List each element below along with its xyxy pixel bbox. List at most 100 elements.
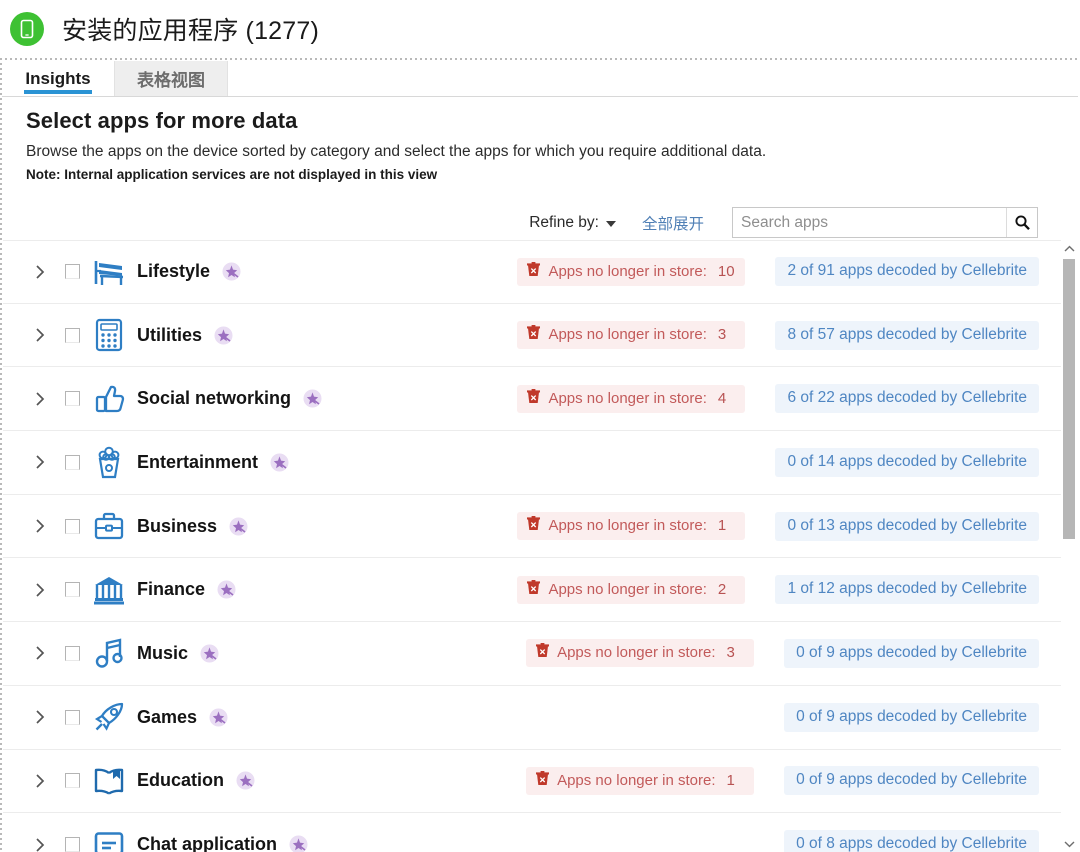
apps-no-longer-in-store-badge: Apps no longer in store: 1 xyxy=(526,766,755,795)
music-note-icon xyxy=(87,637,131,669)
chevron-up-icon[interactable] xyxy=(1061,240,1078,257)
decoded-by-cellebrite-label: 0 of 14 apps decoded by Cellebrite xyxy=(787,452,1027,470)
table-row[interactable]: Games 0 of 9 apps decoded by Cellebrite xyxy=(3,685,1061,750)
row-expand-chevron-right-icon[interactable] xyxy=(23,327,57,343)
ai-insight-icon xyxy=(214,326,233,345)
apps-no-longer-in-store-label: Apps no longer in store: xyxy=(548,517,707,535)
decoded-by-cellebrite-label: 0 of 8 apps decoded by Cellebrite xyxy=(796,835,1027,852)
refine-by-dropdown[interactable]: Refine by: xyxy=(529,214,616,232)
scrollbar-thumb[interactable] xyxy=(1063,259,1075,539)
mobile-phone-icon xyxy=(10,12,44,46)
frame-left-border xyxy=(0,58,2,852)
apps-no-longer-in-store-placeholder xyxy=(526,831,754,852)
table-row[interactable]: Entertainment 0 of 14 apps decoded by Ce… xyxy=(3,431,1061,495)
row-expand-chevron-right-icon[interactable] xyxy=(23,837,57,852)
apps-no-longer-in-store-badge: Apps no longer in store: 1 xyxy=(517,512,746,541)
ai-insight-icon xyxy=(217,580,236,599)
apps-no-longer-in-store-placeholder xyxy=(517,448,745,476)
row-checkbox[interactable] xyxy=(57,645,87,661)
row-checkbox[interactable] xyxy=(57,773,87,789)
trash-icon xyxy=(527,261,541,281)
row-checkbox[interactable] xyxy=(57,454,87,470)
apps-no-longer-in-store-count: 2 xyxy=(717,580,727,598)
category-label: Chat application xyxy=(137,834,278,852)
ai-insight-icon xyxy=(236,771,255,790)
table-row[interactable]: Lifestyle Apps no longer in store: 10 2 … xyxy=(3,240,1061,304)
decoded-by-cellebrite-badge: 0 of 13 apps decoded by Cellebrite xyxy=(775,511,1039,541)
popcorn-icon xyxy=(87,445,131,479)
row-expand-chevron-right-icon[interactable] xyxy=(23,645,57,661)
tab-table-view-label: 表格视图 xyxy=(137,71,205,90)
decoded-by-cellebrite-label: 0 of 9 apps decoded by Cellebrite xyxy=(796,771,1027,789)
row-expand-chevron-right-icon[interactable] xyxy=(23,391,57,407)
chevron-down-icon[interactable] xyxy=(1061,835,1078,852)
category-label: Finance xyxy=(137,579,206,600)
apps-no-longer-in-store-count: 1 xyxy=(717,517,727,535)
decoded-by-cellebrite-badge: 1 of 12 apps decoded by Cellebrite xyxy=(775,575,1039,605)
table-row[interactable]: Finance Apps no longer in store: 2 1 of … xyxy=(3,558,1061,623)
decoded-by-cellebrite-label: 6 of 22 apps decoded by Cellebrite xyxy=(787,389,1027,407)
category-label: Social networking xyxy=(137,388,292,409)
category-label: Utilities xyxy=(137,324,203,345)
row-expand-chevron-right-icon[interactable] xyxy=(23,582,57,598)
table-row[interactable]: Social networking Apps no longer in stor… xyxy=(3,367,1061,432)
apps-no-longer-in-store-count: 3 xyxy=(726,644,735,662)
row-checkbox[interactable] xyxy=(57,582,87,598)
row-checkbox[interactable] xyxy=(57,837,87,852)
decoded-by-cellebrite-badge: 0 of 9 apps decoded by Cellebrite xyxy=(784,766,1039,796)
category-label: Education xyxy=(137,770,225,791)
row-checkbox[interactable] xyxy=(57,518,87,534)
search-icon[interactable] xyxy=(1006,208,1037,237)
tab-insights[interactable]: Insights xyxy=(2,61,114,96)
decoded-by-cellebrite-label: 8 of 57 apps decoded by Cellebrite xyxy=(787,325,1027,343)
table-row[interactable]: Chat application 0 of 8 apps decoded by … xyxy=(3,813,1061,852)
list-toolbar: Refine by: 全部展开 xyxy=(529,207,1038,238)
installed-apps-window: 安装的应用程序 (1277) Insights 表格视图 Select apps… xyxy=(0,0,1080,852)
tab-table-view[interactable]: 表格视图 xyxy=(114,61,228,96)
apps-no-longer-in-store-label: Apps no longer in store: xyxy=(548,326,707,344)
bench-icon xyxy=(87,257,131,287)
page-title: 安装的应用程序 (1277) xyxy=(62,17,320,45)
table-row[interactable]: Business Apps no longer in store: 1 0 of… xyxy=(3,494,1061,559)
scrollbar-track[interactable] xyxy=(1061,257,1078,835)
apps-no-longer-in-store-placeholder xyxy=(526,703,754,731)
frame-top-border xyxy=(0,58,1080,60)
decoded-by-cellebrite-label: 0 of 9 apps decoded by Cellebrite xyxy=(796,643,1027,661)
decoded-by-cellebrite-label: 2 of 91 apps decoded by Cellebrite xyxy=(787,262,1027,280)
table-row[interactable]: Music Apps no longer in store: 3 0 of 9 … xyxy=(3,622,1061,686)
decoded-by-cellebrite-badge: 0 of 8 apps decoded by Cellebrite xyxy=(784,830,1039,852)
ai-insight-icon xyxy=(303,389,322,408)
apps-no-longer-in-store-count: 3 xyxy=(717,326,727,344)
apps-no-longer-in-store-label: Apps no longer in store: xyxy=(548,580,707,598)
row-checkbox[interactable] xyxy=(57,264,87,280)
apps-no-longer-in-store-badge: Apps no longer in store: 10 xyxy=(517,257,746,286)
ai-insight-icon xyxy=(209,708,228,727)
apps-no-longer-in-store-label: Apps no longer in store: xyxy=(557,644,716,662)
trash-icon xyxy=(536,643,550,662)
search-input[interactable] xyxy=(733,208,1006,237)
row-expand-chevron-right-icon[interactable] xyxy=(23,264,57,280)
trash-icon xyxy=(527,388,541,408)
list-scrollbar[interactable] xyxy=(1061,240,1078,852)
decoded-by-cellebrite-badge: 6 of 22 apps decoded by Cellebrite xyxy=(775,384,1039,414)
row-expand-chevron-right-icon[interactable] xyxy=(23,454,57,470)
table-row[interactable]: Education Apps no longer in store: 1 0 o… xyxy=(3,749,1061,814)
table-row[interactable]: Utilities Apps no longer in store: 3 8 o… xyxy=(3,303,1061,368)
decoded-by-cellebrite-badge: 2 of 91 apps decoded by Cellebrite xyxy=(775,257,1039,287)
row-checkbox[interactable] xyxy=(57,709,87,725)
row-expand-chevron-right-icon[interactable] xyxy=(23,518,57,534)
ai-insight-icon xyxy=(222,262,241,281)
window-titlebar: 安装的应用程序 (1277) xyxy=(0,0,1080,58)
apps-no-longer-in-store-count: 1 xyxy=(726,771,735,789)
row-expand-chevron-right-icon[interactable] xyxy=(23,773,57,789)
category-label: Music xyxy=(137,642,189,663)
row-checkbox[interactable] xyxy=(57,327,87,343)
row-checkbox[interactable] xyxy=(57,391,87,407)
row-expand-chevron-right-icon[interactable] xyxy=(23,709,57,725)
ai-insight-icon xyxy=(200,644,219,663)
calculator-icon xyxy=(87,318,131,352)
apps-no-longer-in-store-badge: Apps no longer in store: 3 xyxy=(517,321,746,350)
category-label: Lifestyle xyxy=(137,261,211,282)
expand-all-link[interactable]: 全部展开 xyxy=(642,212,704,234)
tab-insights-label: Insights xyxy=(25,68,91,88)
